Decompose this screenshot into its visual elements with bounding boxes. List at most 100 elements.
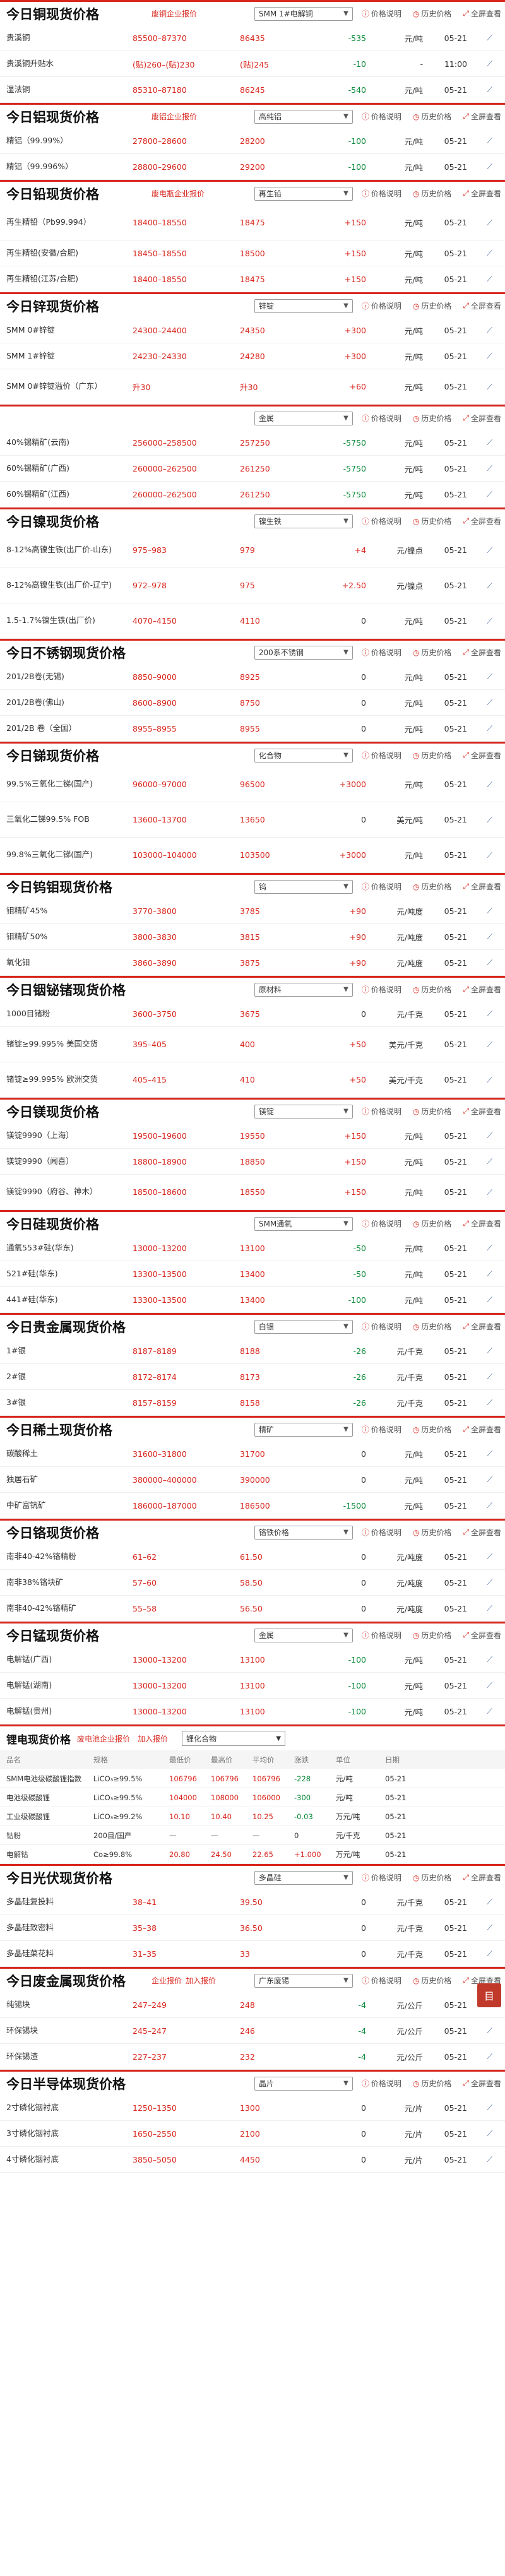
category-select[interactable]: 高纯铝 ▼ <box>254 109 353 124</box>
trend-chart-icon[interactable]: ⟋ <box>467 1075 492 1085</box>
product-name[interactable]: 环保锡块 <box>6 2026 133 2036</box>
product-name[interactable]: 60%锡精矿(江西) <box>6 489 133 499</box>
product-name[interactable]: 再生精铅(江苏/合肥) <box>6 274 133 284</box>
price-explain-link[interactable]: ⓘ 价格说明 <box>362 1872 401 1883</box>
price-history-link[interactable]: ◷ 历史价格 <box>413 750 452 761</box>
category-select[interactable]: 精矿 ▼ <box>254 1422 353 1437</box>
product-name[interactable]: 镁锭9990（府谷、神木） <box>6 1187 133 1197</box>
trend-chart-icon[interactable]: ⟋ <box>467 780 492 790</box>
trend-chart-icon[interactable]: ⟋ <box>467 1009 492 1019</box>
product-name[interactable]: 再生精铅（Pb99.994） <box>6 217 133 227</box>
section-link[interactable]: 加入报价 <box>138 1733 168 1744</box>
price-history-link[interactable]: ◷ 历史价格 <box>413 300 452 311</box>
trend-chart-icon[interactable]: ⟋ <box>467 382 492 392</box>
price-history-link[interactable]: ◷ 历史价格 <box>413 413 452 424</box>
trend-chart-icon[interactable]: ⟋ <box>467 1949 492 1959</box>
fullscreen-link[interactable]: ⤢ 全屏查看 <box>463 1630 501 1641</box>
table-cell[interactable]: 工业级碳酸锂 <box>6 1812 93 1822</box>
product-name[interactable]: SMM 0#锌锭溢价（广东） <box>6 381 133 391</box>
price-explain-link[interactable]: ⓘ 价格说明 <box>362 300 401 311</box>
product-name[interactable]: 3寸磷化铟衬底 <box>6 2128 133 2139</box>
category-select[interactable]: 晶片 ▼ <box>254 2076 353 2091</box>
price-explain-link[interactable]: ⓘ 价格说明 <box>362 750 401 761</box>
product-name[interactable]: 锗锭≥99.995% 欧洲交货 <box>6 1074 133 1084</box>
price-explain-link[interactable]: ⓘ 价格说明 <box>362 1106 401 1117</box>
section-link[interactable]: 废电池企业报价 <box>77 1733 130 1744</box>
trend-chart-icon[interactable]: ⟋ <box>467 218 492 228</box>
price-history-link[interactable]: ◷ 历史价格 <box>413 2078 452 2089</box>
price-explain-link[interactable]: ⓘ 价格说明 <box>362 1630 401 1641</box>
category-select[interactable]: 钨 ▼ <box>254 879 353 894</box>
price-explain-link[interactable]: ⓘ 价格说明 <box>362 1321 401 1332</box>
product-name[interactable]: 氧化钼 <box>6 958 133 968</box>
trend-chart-icon[interactable]: ⟋ <box>467 616 492 626</box>
category-select[interactable]: SMM 1#电解铜 ▼ <box>254 6 353 21</box>
price-explain-link[interactable]: ⓘ 价格说明 <box>362 516 401 526</box>
trend-chart-icon[interactable]: ⟋ <box>467 1706 492 1716</box>
category-select[interactable]: 金属 ▼ <box>254 411 353 425</box>
price-explain-link[interactable]: ⓘ 价格说明 <box>362 413 401 424</box>
product-name[interactable]: 8-12%高镍生铁(出厂价-辽宁) <box>6 580 133 590</box>
product-name[interactable]: 电解锰(湖南) <box>6 1680 133 1690</box>
price-history-link[interactable]: ◷ 历史价格 <box>413 111 452 122</box>
product-name[interactable]: 中矿富钪矿 <box>6 1500 133 1511</box>
product-name[interactable]: 钼精矿45% <box>6 906 133 916</box>
trend-chart-icon[interactable]: ⟋ <box>467 672 492 682</box>
table-cell[interactable]: SMM电池级碳酸锂指数 <box>6 1774 93 1784</box>
product-name[interactable]: 521#硅(华东) <box>6 1269 133 1279</box>
table-cell[interactable]: 电解钴 <box>6 1849 93 1860</box>
trend-chart-icon[interactable]: ⟋ <box>467 1187 492 1197</box>
product-name[interactable]: 贵溪铜升贴水 <box>6 59 133 69</box>
price-explain-link[interactable]: ⓘ 价格说明 <box>362 1975 401 1986</box>
product-name[interactable]: 4寸磷化铟衬底 <box>6 2154 133 2164</box>
category-select[interactable]: 白银 ▼ <box>254 1319 353 1334</box>
product-name[interactable]: 锗锭≥99.995% 美国交货 <box>6 1039 133 1049</box>
trend-chart-icon[interactable]: ⟋ <box>467 1552 492 1562</box>
trend-chart-icon[interactable]: ⟋ <box>467 162 492 172</box>
category-select[interactable]: 原材料 ▼ <box>254 982 353 997</box>
fullscreen-link[interactable]: ⤢ 全屏查看 <box>463 1872 501 1883</box>
product-name[interactable]: 441#硅(华东) <box>6 1295 133 1305</box>
trend-chart-icon[interactable]: ⟋ <box>467 248 492 258</box>
category-select[interactable]: 再生铅 ▼ <box>254 186 353 201</box>
price-explain-link[interactable]: ⓘ 价格说明 <box>362 984 401 995</box>
price-history-link[interactable]: ◷ 历史价格 <box>413 8 452 19</box>
trend-chart-icon[interactable]: ⟋ <box>467 351 492 361</box>
product-name[interactable]: 8-12%高镍生铁(出厂价-山东) <box>6 545 133 555</box>
trend-chart-icon[interactable]: ⟋ <box>467 2051 492 2062</box>
float-menu-button[interactable]: 目 <box>477 1983 501 2007</box>
price-history-link[interactable]: ◷ 历史价格 <box>413 1630 452 1641</box>
category-select[interactable]: 多晶硅 ▼ <box>254 1870 353 1885</box>
price-history-link[interactable]: ◷ 历史价格 <box>413 881 452 892</box>
category-select[interactable]: 金属 ▼ <box>254 1628 353 1642</box>
trend-chart-icon[interactable]: ⟋ <box>467 697 492 708</box>
trend-chart-icon[interactable]: ⟋ <box>467 1398 492 1408</box>
trend-chart-icon[interactable]: ⟋ <box>467 85 492 95</box>
product-name[interactable]: 精铝（99.996%） <box>6 162 133 172</box>
trend-chart-icon[interactable]: ⟋ <box>467 815 492 825</box>
category-select[interactable]: 锂化合物 ▼ <box>182 1731 286 1746</box>
fullscreen-link[interactable]: ⤢ 全屏查看 <box>463 2078 501 2089</box>
product-name[interactable]: 1#银 <box>6 1346 133 1356</box>
trend-chart-icon[interactable]: ⟋ <box>467 1295 492 1305</box>
product-name[interactable]: 镁锭9990（闻喜） <box>6 1156 133 1166</box>
product-name[interactable]: 通氧553#硅(华东) <box>6 1243 133 1253</box>
product-name[interactable]: 碳酸稀土 <box>6 1449 133 1459</box>
product-name[interactable]: 99.5%三氧化二锑(国产) <box>6 779 133 789</box>
trend-chart-icon[interactable]: ⟋ <box>467 1040 492 1050</box>
trend-chart-icon[interactable]: ⟋ <box>467 1654 492 1665</box>
trend-chart-icon[interactable]: ⟋ <box>467 581 492 591</box>
table-cell[interactable]: 电池级碳酸锂 <box>6 1793 93 1803</box>
product-name[interactable]: 镁锭9990（上海） <box>6 1131 133 1141</box>
product-name[interactable]: 电解锰(广西) <box>6 1654 133 1665</box>
trend-chart-icon[interactable]: ⟋ <box>467 1577 492 1588</box>
trend-chart-icon[interactable]: ⟋ <box>467 1500 492 1511</box>
trend-chart-icon[interactable]: ⟋ <box>467 958 492 968</box>
category-select[interactable]: 镁锭 ▼ <box>254 1104 353 1119</box>
product-name[interactable]: 三氧化二锑99.5% FOB <box>6 814 133 824</box>
product-name[interactable]: 精铝（99.99%） <box>6 136 133 146</box>
price-history-link[interactable]: ◷ 历史价格 <box>413 1527 452 1538</box>
product-name[interactable]: 纯锡块 <box>6 2000 133 2010</box>
price-explain-link[interactable]: ⓘ 价格说明 <box>362 111 401 122</box>
price-explain-link[interactable]: ⓘ 价格说明 <box>362 1424 401 1435</box>
